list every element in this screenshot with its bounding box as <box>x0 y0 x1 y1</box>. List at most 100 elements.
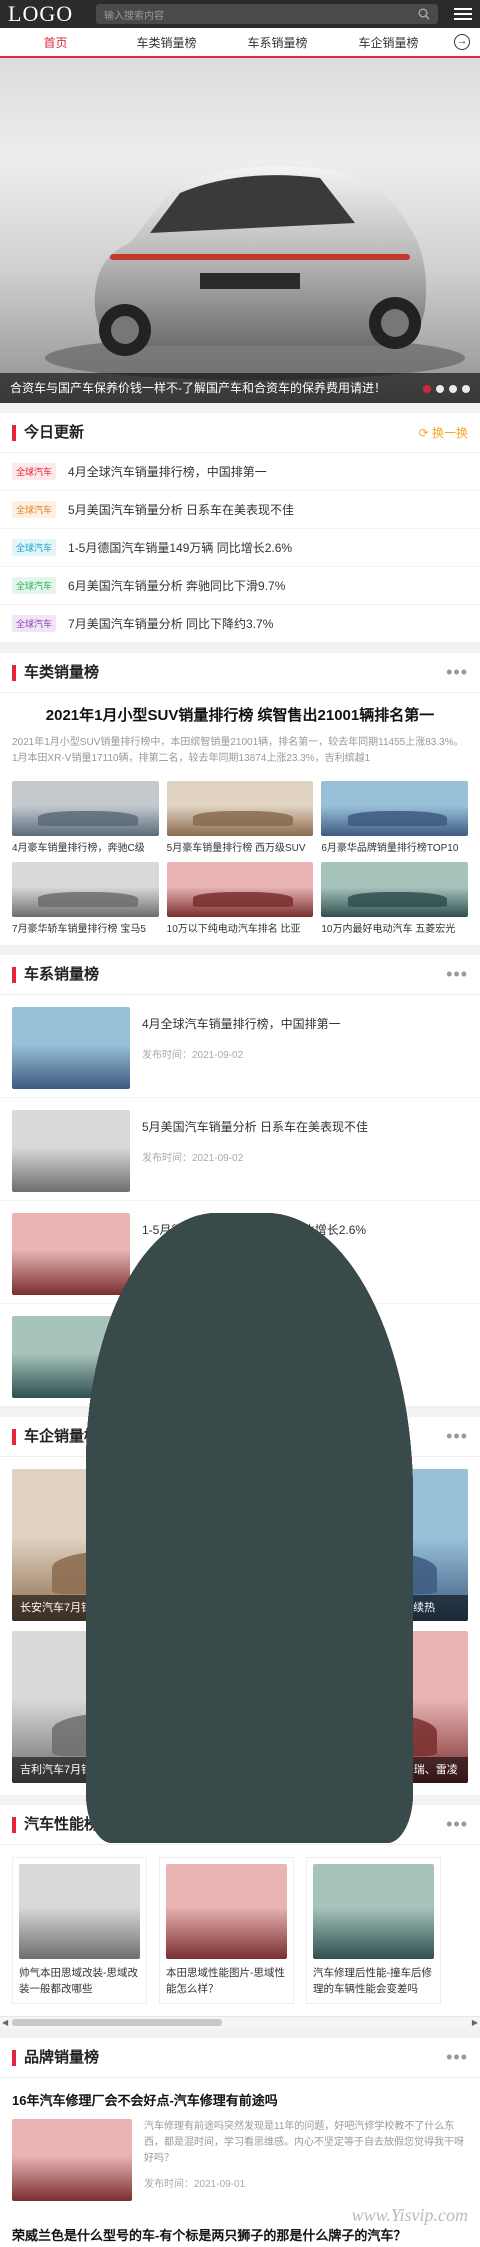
car-silhouette <box>193 810 293 827</box>
list-item[interactable]: 全球汽车 6月美国汽车销量分析 奔驰同比下滑9.7% <box>0 567 480 605</box>
section-title: 今日更新 <box>12 424 84 441</box>
carousel-dots <box>423 385 470 393</box>
list-item[interactable]: 全球汽车 4月全球汽车销量排行榜，中国排第一 <box>0 453 480 491</box>
performance-caption: 帅气本田思域改装-思域改装一般都改哪些 <box>19 1967 138 1995</box>
news-body: 5月美国汽车销量分析 日系车在美表现不佳 发布时间：2021-09-02 <box>130 1110 368 1188</box>
car-silhouette <box>193 891 293 908</box>
news-time: 发布时间：2021-09-02 <box>142 1149 368 1164</box>
thumb-image <box>321 862 468 917</box>
more-icon[interactable]: ••• <box>446 1426 468 1447</box>
car-silhouette <box>38 810 139 827</box>
hero-car-image <box>45 166 465 380</box>
more-icon[interactable]: ••• <box>446 1814 468 1835</box>
news-item[interactable]: 5月美国汽车销量分析 日系车在美表现不佳 发布时间：2021-09-02 <box>0 1098 480 1843</box>
performance-card[interactable]: 汽车修理后性能-撞车后修理的车辆性能会变差吗 <box>86 1213 441 2004</box>
list-item[interactable]: 全球汽车 5月美国汽车销量分析 日系车在美表现不佳 <box>0 491 480 529</box>
site-logo[interactable]: LOGO <box>8 1 96 27</box>
performance-image <box>86 1213 434 1959</box>
thumb-item[interactable]: 5月豪车销量排行榜 西万级SUV <box>166 781 314 854</box>
thumb-item[interactable]: 7月豪华轿车销量排行榜 宝马5 <box>12 862 159 935</box>
top-header: LOGO 输入搜索内容 <box>0 0 480 28</box>
thumb-caption: 7月豪华轿车销量排行榜 宝马5 <box>12 924 146 935</box>
brand-article-desc: 汽车修理有前途吗突然发现是11年的问题，好吧汽修学校教不了什么东西，都是混时间，… <box>144 2121 464 2164</box>
news-title: 4月全球汽车销量排行榜，中国排第一 <box>142 1017 341 1031</box>
nav-more-button[interactable]: → <box>444 28 480 56</box>
category-tag: 全球汽车 <box>12 615 57 632</box>
news-image <box>12 1007 413 1843</box>
list-item[interactable]: 全球汽车 1-5月德国汽车销量149万辆 同比增长2.6% <box>0 529 480 567</box>
horizontal-scrollbar[interactable]: ◀ ▶ <box>0 2016 480 2028</box>
news-body: 4月全球汽车销量排行榜，中国排第一 发布时间：2021-09-02 <box>130 1007 341 1085</box>
more-icon[interactable]: ••• <box>446 2047 468 2068</box>
feature-title[interactable]: 2021年1月小型SUV销量排行榜 缤智售出21001辆排名第一 <box>12 705 468 727</box>
news-image <box>12 1110 413 1843</box>
car-silhouette <box>347 810 448 827</box>
thumb-image <box>321 781 468 836</box>
category-tag: 全球汽车 <box>12 539 57 556</box>
news-time: 发布时间：2021-09-02 <box>142 1046 341 1061</box>
refresh-button[interactable]: ⟳ 换一换 <box>419 424 468 441</box>
nav-home[interactable]: 首页 <box>0 28 111 56</box>
news-image <box>12 1213 413 1843</box>
time-label: 发布时间： <box>142 1153 192 1164</box>
scroll-left-icon[interactable]: ◀ <box>2 2017 8 2029</box>
thumb-item[interactable]: 4月豪车销量排行榜，奔驰C级 <box>12 781 159 854</box>
nav-enterprise-sales[interactable]: 车企销量榜 <box>333 28 444 56</box>
performance-card[interactable]: 本田思域性能图片-思域性能怎么样？ <box>86 1213 413 2004</box>
scrollbar-thumb[interactable] <box>12 2019 222 2026</box>
carousel-dot[interactable] <box>436 385 444 393</box>
section-title: 品牌销量榜 <box>12 2049 99 2066</box>
list-item[interactable]: 全球汽车 7月美国汽车销量分析 同比下降约3.7% <box>0 605 480 643</box>
more-icon[interactable]: ••• <box>446 964 468 985</box>
menu-icon[interactable] <box>454 8 472 20</box>
main-nav: 首页 车类销量榜 车系销量榜 车企销量榜 → <box>0 28 480 58</box>
thumb-item[interactable]: 10万内最好电动汽车 五菱宏光 <box>321 862 468 935</box>
brand-article[interactable]: 16年汽车修理厂会不会好点-汽车修理有前途吗汽车修理有前途吗突然发现是11年的问… <box>0 1213 480 2213</box>
thumb-image <box>12 862 159 917</box>
carousel-dot[interactable] <box>449 385 457 393</box>
category-sales-section: 车类销量榜 ••• 2021年1月小型SUV销量排行榜 缤智售出21001辆排名… <box>0 653 480 945</box>
list-item-title: 6月美国汽车销量分析 奔驰同比下滑9.7% <box>68 579 286 593</box>
list-item-title: 5月美国汽车销量分析 日系车在美表现不佳 <box>68 503 295 517</box>
time-value: 2021-09-01 <box>194 2179 246 2190</box>
more-icon[interactable]: ••• <box>446 662 468 683</box>
thumb-caption: 5月豪车销量排行榜 西万级SUV <box>166 843 306 854</box>
arrow-right-icon: → <box>454 34 470 50</box>
time-label: 发布时间： <box>142 1050 192 1061</box>
time-label: 发布时间： <box>144 2179 194 2190</box>
category-tag: 全球汽车 <box>12 577 57 594</box>
category-tag: 全球汽车 <box>12 501 57 518</box>
watermark: www.Yisvip.com <box>351 2205 468 2225</box>
thumb-image <box>166 862 314 917</box>
car-silhouette <box>38 891 139 908</box>
banner-caption[interactable]: 合资车与国产车保养价钱一样不-了解国产车和合资车的保养费用请进！ <box>0 373 480 403</box>
thumb-item[interactable]: 10万以下纯电动汽车排名 比亚 <box>166 862 314 935</box>
hero-banner[interactable]: 合资车与国产车保养价钱一样不-了解国产车和合资车的保养费用请进！ <box>0 58 480 403</box>
time-value: 2021-09-02 <box>192 1153 244 1164</box>
carousel-dot[interactable] <box>423 385 431 393</box>
performance-card[interactable]: 帅气本田思域改装-思域改装一般都改哪些 <box>12 1213 413 2004</box>
refresh-icon: ⟳ <box>418 426 432 440</box>
nav-category-sales[interactable]: 车类销量榜 <box>111 28 222 56</box>
list-item-title: 7月美国汽车销量分析 同比下降约3.7% <box>68 617 274 631</box>
section-title: 车系销量榜 <box>12 966 99 983</box>
list-item-title: 4月全球汽车销量排行榜，中国排第一 <box>68 465 267 479</box>
thumb-image <box>12 781 159 836</box>
thumb-item[interactable]: 6月豪华品牌销量排行榜TOP10 <box>321 781 468 854</box>
brand-article-time: 发布时间：2021-09-01 <box>132 2175 468 2190</box>
performance-caption: 本田思域性能图片-思域性能怎么样？ <box>166 1967 285 1995</box>
search-icon[interactable] <box>418 8 430 20</box>
brand-article-title: 16年汽车修理厂会不会好点-汽车修理有前途吗 <box>12 2093 278 2108</box>
performance-caption: 汽车修理后性能-撞车后修理的车辆性能会变差吗 <box>313 1967 432 1995</box>
news-item[interactable]: 4月全球汽车销量排行榜，中国排第一 发布时间：2021-09-02 <box>0 995 480 1843</box>
brand-article-image <box>12 1213 413 2201</box>
thumb-image <box>166 781 314 836</box>
thumb-caption: 10万内最好电动汽车 五菱宏光 <box>321 924 456 935</box>
list-item-title: 1-5月德国汽车销量149万辆 同比增长2.6% <box>68 541 293 555</box>
search-input[interactable]: 输入搜索内容 <box>96 4 438 24</box>
nav-series-sales[interactable]: 车系销量榜 <box>222 28 333 56</box>
brand-article-body: 汽车修理有前途吗突然发现是11年的问题，好吧汽修学校教不了什么东西，都是混时间，… <box>132 2119 468 2201</box>
scroll-right-icon[interactable]: ▶ <box>472 2017 478 2029</box>
refresh-label: 换一换 <box>431 426 468 440</box>
carousel-dot[interactable] <box>462 385 470 393</box>
